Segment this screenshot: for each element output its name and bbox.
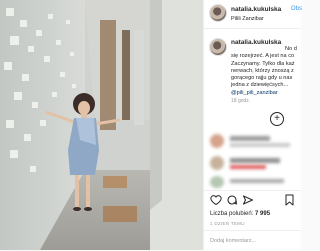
- heart-icon[interactable]: [210, 194, 222, 206]
- bookmark-icon[interactable]: [284, 194, 295, 206]
- comment-input[interactable]: Dodaj komentarz...: [204, 230, 301, 250]
- comment-timestamp: 18 godz.: [231, 98, 251, 104]
- caption-line: No d: [285, 46, 297, 52]
- likes-label: Liczba polubień:: [210, 211, 254, 217]
- follow-button[interactable]: Obs: [291, 6, 302, 12]
- post-photo[interactable]: [0, 0, 203, 250]
- caption-line: jedna z dziewięćsych...: [231, 82, 289, 89]
- plus-circle-icon[interactable]: +: [270, 112, 284, 126]
- avatar[interactable]: [210, 5, 226, 21]
- username-link[interactable]: natalia.kukulska: [231, 6, 281, 13]
- comment-bubble-icon[interactable]: [226, 194, 238, 206]
- location-link[interactable]: Pilili Zanzibar: [231, 16, 264, 22]
- caption-avatar[interactable]: [210, 39, 226, 55]
- post-age: 1 DZIEŃ TEMU: [210, 221, 245, 226]
- post-sidebar: natalia.kukulska Obs Pilili Zanzibar nat…: [203, 0, 302, 250]
- hallway-photo-illustration: [0, 0, 203, 250]
- likes-number: 7 995: [255, 211, 271, 217]
- caption-line: gorącego rajju gdy u nas: [231, 75, 293, 82]
- caption-line: się rozejrzeć. A jest na co: [231, 53, 295, 60]
- likes-count[interactable]: Liczba polubień: 7 995: [210, 211, 270, 217]
- caption-line: Zaczynamy. Tylko dla każ: [231, 60, 295, 67]
- caption-text: No d się rozejrzeć. A jest na co Zaczyna…: [231, 46, 299, 97]
- mention-link[interactable]: @pili_pili_zanzibar: [231, 90, 299, 97]
- send-icon[interactable]: [242, 194, 254, 206]
- caption-username[interactable]: natalia.kukulska: [231, 39, 281, 46]
- caption-line: nerwach, którzy znoszą z: [231, 67, 294, 74]
- post-header: natalia.kukulska Obs Pilili Zanzibar: [204, 0, 302, 29]
- action-bar: [204, 190, 301, 209]
